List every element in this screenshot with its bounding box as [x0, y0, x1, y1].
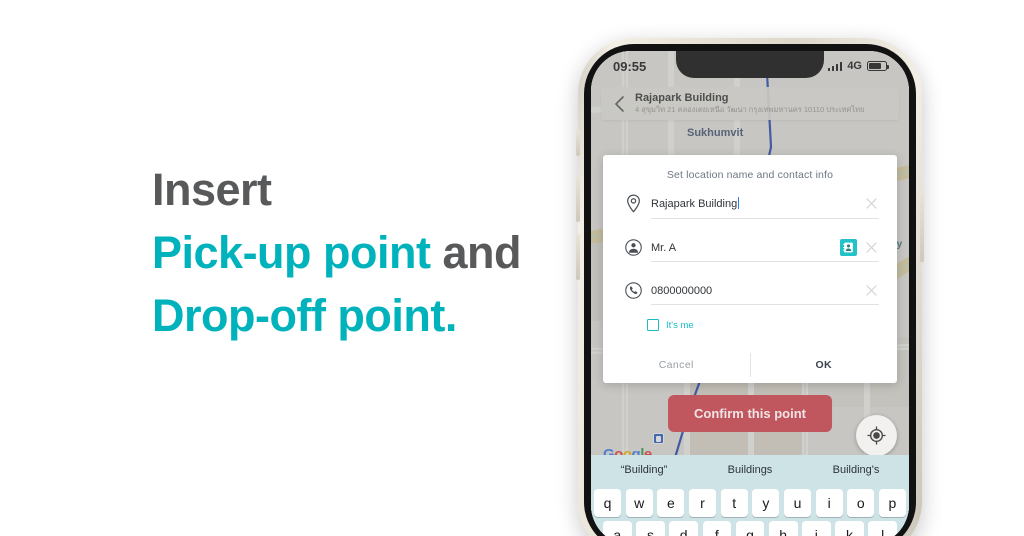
- key-a[interactable]: a: [602, 521, 632, 536]
- key-i[interactable]: i: [815, 489, 843, 517]
- contact-phone-value: 0800000000: [651, 284, 713, 297]
- confirm-this-point-button[interactable]: Confirm this point: [668, 395, 832, 432]
- key-j[interactable]: j: [802, 521, 831, 536]
- key-y[interactable]: y: [752, 489, 780, 517]
- volume-down-button[interactable]: [576, 234, 580, 280]
- location-pin-icon: [621, 194, 645, 213]
- clear-x-glyph: [865, 285, 877, 296]
- slide-canvas: Insert Pick-up point and Drop-off point.: [0, 0, 1024, 536]
- clear-x-icon[interactable]: [863, 285, 879, 296]
- field-spacer: [603, 266, 897, 282]
- mute-switch-button[interactable]: [576, 130, 580, 156]
- clear-x-icon[interactable]: [863, 242, 879, 253]
- my-location-glyph: [867, 426, 886, 445]
- location-name-field-row[interactable]: Rajapark Building: [621, 194, 879, 219]
- field-underline: [651, 218, 879, 219]
- phone-screen: Sukhumvit Soi Cowboy ซอยคาวบอย Google Ra…: [591, 51, 909, 536]
- key-u[interactable]: u: [783, 489, 812, 517]
- key-r[interactable]: r: [688, 489, 717, 517]
- phone-icon: [621, 282, 645, 299]
- headline-line-2: Pick-up point and: [152, 221, 582, 284]
- key-d[interactable]: d: [669, 521, 698, 536]
- dialog-actions: Cancel OK: [603, 347, 897, 383]
- my-location-icon[interactable]: [856, 415, 897, 456]
- location-name-input[interactable]: Rajapark Building: [645, 197, 863, 210]
- key-o[interactable]: o: [847, 489, 875, 517]
- field-spacer: [603, 223, 897, 239]
- keyboard-suggestion-2[interactable]: Building's: [803, 464, 909, 476]
- contact-name-input[interactable]: Mr. A: [645, 242, 840, 254]
- key-e[interactable]: e: [657, 489, 685, 517]
- field-underline: [651, 304, 879, 305]
- headline-line-3: Drop-off point.: [152, 290, 457, 341]
- location-name-value: Rajapark Building: [651, 198, 738, 210]
- key-w[interactable]: w: [625, 489, 653, 517]
- key-l[interactable]: l: [868, 521, 898, 536]
- power-button[interactable]: [920, 190, 924, 262]
- headline-pickup-emphasis: Pick-up point: [152, 227, 431, 278]
- person-glyph: [624, 239, 642, 256]
- contact-name-value: Mr. A: [651, 241, 677, 254]
- key-q[interactable]: q: [593, 489, 622, 517]
- ok-button[interactable]: OK: [751, 347, 898, 383]
- cancel-button[interactable]: Cancel: [603, 347, 750, 383]
- clear-x-glyph: [865, 242, 877, 253]
- page-title: Insert Pick-up point and Drop-off point.: [152, 158, 582, 347]
- key-f[interactable]: f: [702, 521, 732, 536]
- keyboard-suggestion-bar: “Building” Buildings Building's: [591, 455, 909, 485]
- volume-up-button[interactable]: [576, 176, 580, 222]
- phone-glyph: [624, 282, 642, 299]
- phone-mockup: Sukhumvit Soi Cowboy ซอยคาวบอย Google Ra…: [576, 38, 924, 536]
- contact-book-icon[interactable]: [840, 239, 857, 256]
- contact-name-field-row[interactable]: Mr. A: [621, 239, 879, 262]
- key-k[interactable]: k: [835, 521, 864, 536]
- field-underline: [651, 261, 879, 262]
- text-caret: [737, 197, 739, 209]
- keyboard-row-2: a s d f g h j k l: [591, 517, 909, 536]
- clear-x-icon[interactable]: [863, 198, 879, 209]
- dialog-title: Set location name and contact info: [666, 169, 834, 181]
- clear-x-glyph: [865, 198, 877, 209]
- set-location-dialog: Set location name and contact info Rajap…: [603, 155, 897, 383]
- key-g[interactable]: g: [735, 521, 765, 536]
- keyboard-suggestion-1[interactable]: Buildings: [697, 464, 803, 476]
- onscreen-keyboard[interactable]: “Building” Buildings Building's q w e r …: [591, 455, 909, 536]
- its-me-checkbox-row[interactable]: It's me: [647, 319, 897, 331]
- location-pin-glyph: [626, 194, 640, 213]
- contact-phone-field-row[interactable]: 0800000000: [621, 282, 879, 305]
- key-t[interactable]: t: [720, 489, 748, 517]
- key-s[interactable]: s: [636, 521, 665, 536]
- keyboard-row-1: q w e r t y u i o p: [591, 485, 909, 517]
- its-me-label: It's me: [666, 319, 694, 331]
- key-h[interactable]: h: [768, 521, 798, 536]
- its-me-checkbox[interactable]: [647, 319, 659, 331]
- key-p[interactable]: p: [878, 489, 907, 517]
- headline-and: and: [430, 227, 522, 278]
- person-icon: [621, 239, 645, 256]
- headline-line-1: Insert: [152, 164, 272, 215]
- contact-book-glyph: [843, 242, 853, 253]
- keyboard-suggestion-0[interactable]: “Building”: [591, 464, 697, 476]
- contact-phone-input[interactable]: 0800000000: [645, 285, 863, 297]
